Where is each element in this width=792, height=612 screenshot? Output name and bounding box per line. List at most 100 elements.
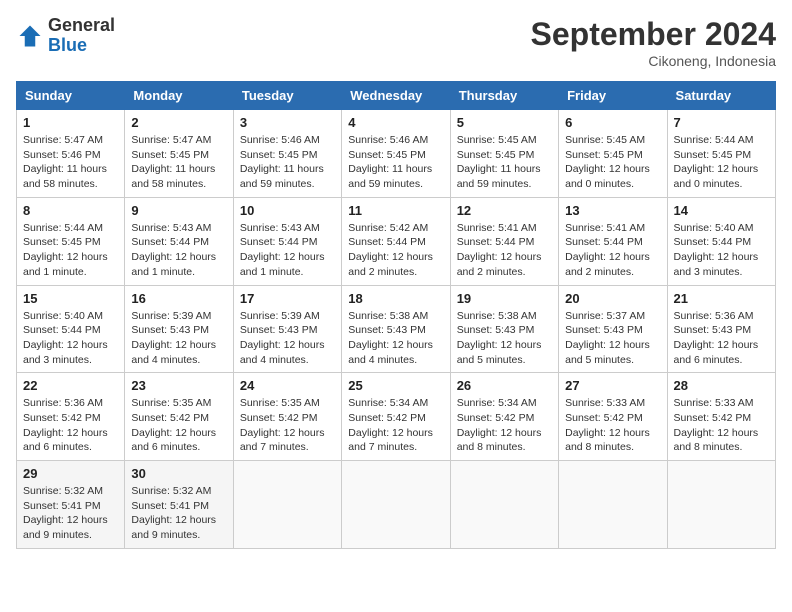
day-number: 19	[457, 291, 552, 306]
day-number: 25	[348, 378, 443, 393]
calendar-body: 1Sunrise: 5:47 AMSunset: 5:46 PMDaylight…	[17, 110, 776, 549]
logo-text: General Blue	[48, 16, 115, 56]
calendar-cell: 5Sunrise: 5:45 AMSunset: 5:45 PMDaylight…	[450, 110, 558, 198]
calendar-cell: 26 Sunrise: 5:34 AMSunset: 5:42 PMDayligh…	[450, 373, 558, 461]
weekday-header-wednesday: Wednesday	[342, 82, 450, 110]
calendar-cell: 14 Sunrise: 5:40 AMSunset: 5:44 PMDayligh…	[667, 197, 775, 285]
day-number: 17	[240, 291, 335, 306]
day-number: 18	[348, 291, 443, 306]
day-number: 10	[240, 203, 335, 218]
day-number: 29	[23, 466, 118, 481]
calendar-cell	[559, 461, 667, 549]
calendar-week-4: 22Sunrise: 5:36 AMSunset: 5:42 PMDayligh…	[17, 373, 776, 461]
calendar-week-1: 1Sunrise: 5:47 AMSunset: 5:46 PMDaylight…	[17, 110, 776, 198]
day-info: Sunrise: 5:34 AMSunset: 5:42 PMDaylight:…	[348, 396, 443, 455]
day-number: 11	[348, 203, 443, 218]
day-info: Sunrise: 5:35 AMSunset: 5:42 PMDaylight:…	[240, 396, 335, 455]
month-title: September 2024	[531, 16, 776, 53]
day-number: 22	[23, 378, 118, 393]
calendar-cell: 25 Sunrise: 5:34 AMSunset: 5:42 PMDayligh…	[342, 373, 450, 461]
calendar-cell: 8Sunrise: 5:44 AMSunset: 5:45 PMDaylight…	[17, 197, 125, 285]
day-number: 15	[23, 291, 118, 306]
weekday-header-sunday: Sunday	[17, 82, 125, 110]
day-info: Sunrise: 5:33 AMSunset: 5:42 PMDaylight:…	[674, 396, 769, 455]
calendar-cell: 4 Sunrise: 5:46 AMSunset: 5:45 PMDaylight…	[342, 110, 450, 198]
calendar-cell: 10Sunrise: 5:43 AMSunset: 5:44 PMDayligh…	[233, 197, 341, 285]
calendar-cell: 21 Sunrise: 5:36 AMSunset: 5:43 PMDayligh…	[667, 285, 775, 373]
calendar-cell	[667, 461, 775, 549]
calendar-week-2: 8Sunrise: 5:44 AMSunset: 5:45 PMDaylight…	[17, 197, 776, 285]
calendar-cell: 17 Sunrise: 5:39 AMSunset: 5:43 PMDayligh…	[233, 285, 341, 373]
day-info: Sunrise: 5:38 AMSunset: 5:43 PMDaylight:…	[457, 309, 552, 368]
calendar-cell: 15 Sunrise: 5:40 AMSunset: 5:44 PMDayligh…	[17, 285, 125, 373]
calendar-cell: 13Sunrise: 5:41 AMSunset: 5:44 PMDayligh…	[559, 197, 667, 285]
day-info: Sunrise: 5:41 AMSunset: 5:44 PMDaylight:…	[565, 221, 660, 280]
calendar-cell: 29 Sunrise: 5:32 AMSunset: 5:41 PMDayligh…	[17, 461, 125, 549]
calendar-cell	[450, 461, 558, 549]
calendar-header: SundayMondayTuesdayWednesdayThursdayFrid…	[17, 82, 776, 110]
day-number: 9	[131, 203, 226, 218]
calendar-cell	[233, 461, 341, 549]
day-number: 30	[131, 466, 226, 481]
day-info: Sunrise: 5:45 AMSunset: 5:45 PMDaylight:…	[565, 133, 660, 192]
day-info: Sunrise: 5:40 AMSunset: 5:44 PMDaylight:…	[674, 221, 769, 280]
day-number: 14	[674, 203, 769, 218]
calendar-cell: 3 Sunrise: 5:46 AMSunset: 5:45 PMDaylight…	[233, 110, 341, 198]
calendar-cell: 18 Sunrise: 5:38 AMSunset: 5:43 PMDayligh…	[342, 285, 450, 373]
calendar-cell: 19 Sunrise: 5:38 AMSunset: 5:43 PMDayligh…	[450, 285, 558, 373]
logo-line2: Blue	[48, 36, 115, 56]
logo-icon	[16, 22, 44, 50]
day-info: Sunrise: 5:36 AMSunset: 5:43 PMDaylight:…	[674, 309, 769, 368]
calendar-week-3: 15 Sunrise: 5:40 AMSunset: 5:44 PMDayligh…	[17, 285, 776, 373]
calendar-cell: 22Sunrise: 5:36 AMSunset: 5:42 PMDayligh…	[17, 373, 125, 461]
day-number: 3	[240, 115, 335, 130]
day-number: 28	[674, 378, 769, 393]
calendar-cell: 6Sunrise: 5:45 AMSunset: 5:45 PMDaylight…	[559, 110, 667, 198]
day-info: Sunrise: 5:32 AMSunset: 5:41 PMDaylight:…	[23, 484, 118, 543]
day-info: Sunrise: 5:39 AMSunset: 5:43 PMDaylight:…	[240, 309, 335, 368]
calendar-cell: 24 Sunrise: 5:35 AMSunset: 5:42 PMDayligh…	[233, 373, 341, 461]
day-info: Sunrise: 5:47 AMSunset: 5:45 PMDaylight:…	[131, 133, 226, 192]
weekday-header-friday: Friday	[559, 82, 667, 110]
day-info: Sunrise: 5:43 AMSunset: 5:44 PMDaylight:…	[131, 221, 226, 280]
day-info: Sunrise: 5:40 AMSunset: 5:44 PMDaylight:…	[23, 309, 118, 368]
day-info: Sunrise: 5:32 AMSunset: 5:41 PMDaylight:…	[131, 484, 226, 543]
location: Cikoneng, Indonesia	[531, 53, 776, 69]
day-info: Sunrise: 5:44 AMSunset: 5:45 PMDaylight:…	[674, 133, 769, 192]
calendar-cell: 23 Sunrise: 5:35 AMSunset: 5:42 PMDayligh…	[125, 373, 233, 461]
day-info: Sunrise: 5:46 AMSunset: 5:45 PMDaylight:…	[348, 133, 443, 192]
day-number: 21	[674, 291, 769, 306]
day-number: 24	[240, 378, 335, 393]
day-info: Sunrise: 5:33 AMSunset: 5:42 PMDaylight:…	[565, 396, 660, 455]
day-number: 4	[348, 115, 443, 130]
day-number: 8	[23, 203, 118, 218]
calendar-cell: 28 Sunrise: 5:33 AMSunset: 5:42 PMDayligh…	[667, 373, 775, 461]
day-number: 16	[131, 291, 226, 306]
calendar-cell: 2 Sunrise: 5:47 AMSunset: 5:45 PMDaylight…	[125, 110, 233, 198]
day-info: Sunrise: 5:34 AMSunset: 5:42 PMDaylight:…	[457, 396, 552, 455]
day-number: 23	[131, 378, 226, 393]
calendar-cell: 7 Sunrise: 5:44 AMSunset: 5:45 PMDaylight…	[667, 110, 775, 198]
day-info: Sunrise: 5:41 AMSunset: 5:44 PMDaylight:…	[457, 221, 552, 280]
calendar-cell: 9 Sunrise: 5:43 AMSunset: 5:44 PMDaylight…	[125, 197, 233, 285]
day-number: 26	[457, 378, 552, 393]
weekday-header-tuesday: Tuesday	[233, 82, 341, 110]
weekday-header-saturday: Saturday	[667, 82, 775, 110]
day-number: 7	[674, 115, 769, 130]
calendar-table: SundayMondayTuesdayWednesdayThursdayFrid…	[16, 81, 776, 549]
logo: General Blue	[16, 16, 115, 56]
day-info: Sunrise: 5:39 AMSunset: 5:43 PMDaylight:…	[131, 309, 226, 368]
day-info: Sunrise: 5:35 AMSunset: 5:42 PMDaylight:…	[131, 396, 226, 455]
day-info: Sunrise: 5:38 AMSunset: 5:43 PMDaylight:…	[348, 309, 443, 368]
weekday-header-monday: Monday	[125, 82, 233, 110]
calendar-cell: 27Sunrise: 5:33 AMSunset: 5:42 PMDayligh…	[559, 373, 667, 461]
day-info: Sunrise: 5:37 AMSunset: 5:43 PMDaylight:…	[565, 309, 660, 368]
title-block: September 2024 Cikoneng, Indonesia	[531, 16, 776, 69]
day-info: Sunrise: 5:46 AMSunset: 5:45 PMDaylight:…	[240, 133, 335, 192]
calendar-cell	[342, 461, 450, 549]
day-number: 1	[23, 115, 118, 130]
calendar-cell: 11Sunrise: 5:42 AMSunset: 5:44 PMDayligh…	[342, 197, 450, 285]
logo-line1: General	[48, 16, 115, 36]
day-number: 2	[131, 115, 226, 130]
calendar-cell: 1Sunrise: 5:47 AMSunset: 5:46 PMDaylight…	[17, 110, 125, 198]
